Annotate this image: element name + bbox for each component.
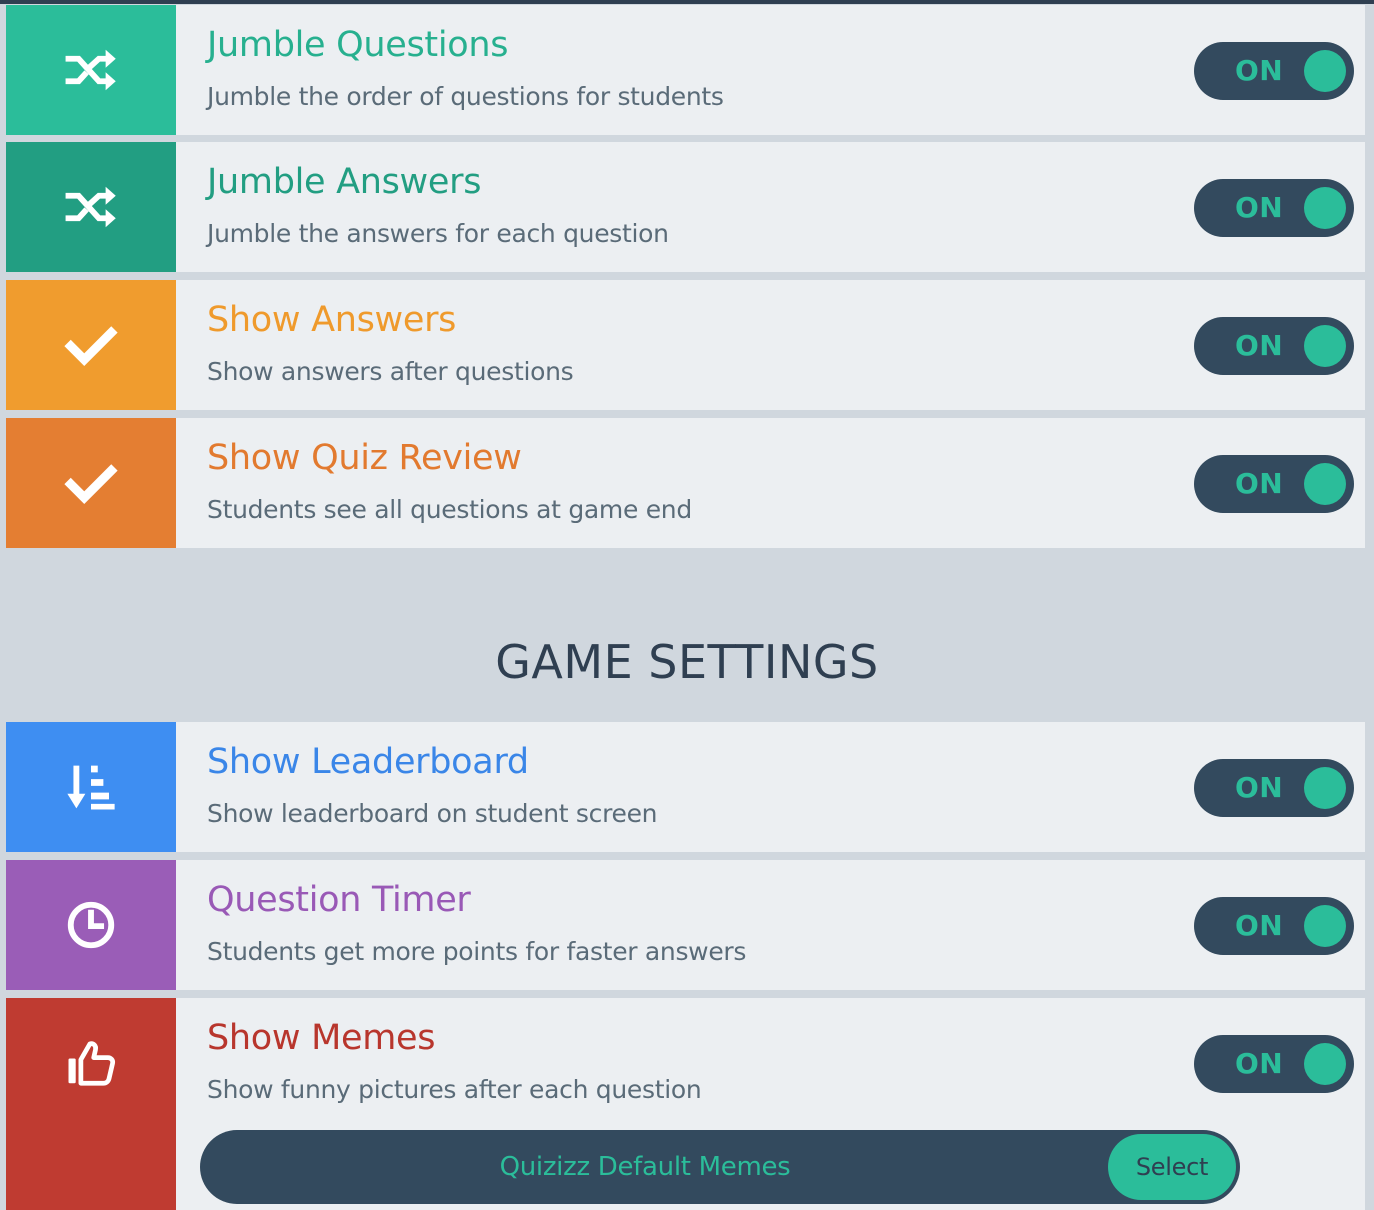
toggle-label: ON [1235, 191, 1284, 224]
toggle-knob [1304, 187, 1346, 229]
setting-title: Show Memes [207, 1018, 436, 1058]
setting-description: Show leaderboard on student screen [207, 799, 658, 828]
jumble-answers-toggle[interactable]: ON [1194, 179, 1354, 237]
shuffle-icon [65, 186, 116, 228]
toggle-knob [1304, 1043, 1346, 1085]
meme-set-label: Quizizz Default Memes [499, 1152, 791, 1182]
toggle-knob [1304, 767, 1346, 809]
leaderboard-sort-icon [67, 765, 115, 810]
setting-icon-block [6, 998, 176, 1210]
setting-row-jumble-questions: Jumble Questions Jumble the order of que… [6, 5, 1365, 135]
setting-title: Show Quiz Review [207, 438, 522, 478]
toggle-label: ON [1235, 909, 1284, 942]
setting-description: Jumble the order of questions for studen… [207, 82, 724, 111]
setting-title: Show Leaderboard [207, 742, 529, 782]
toggle-label: ON [1235, 467, 1284, 500]
show-leaderboard-toggle[interactable]: ON [1194, 759, 1354, 817]
setting-icon-block [6, 418, 176, 548]
checkmark-icon [64, 464, 118, 504]
setting-row-jumble-answers: Jumble Answers Jumble the answers for ea… [6, 142, 1365, 272]
top-border [0, 0, 1374, 4]
setting-description: Students see all questions at game end [207, 495, 692, 524]
setting-icon-block [6, 280, 176, 410]
setting-icon-block [6, 5, 176, 135]
setting-row-show-leaderboard: Show Leaderboard Show leaderboard on stu… [6, 722, 1365, 852]
setting-title: Question Timer [207, 880, 471, 920]
clock-icon [67, 901, 115, 949]
toggle-knob [1304, 905, 1346, 947]
setting-description: Show funny pictures after each question [207, 1075, 702, 1104]
toggle-label: ON [1235, 1047, 1284, 1080]
checkmark-icon [64, 326, 118, 366]
setting-title: Jumble Answers [207, 162, 482, 202]
setting-description: Students get more points for faster answ… [207, 937, 747, 966]
show-quiz-review-toggle[interactable]: ON [1194, 455, 1354, 513]
toggle-knob [1304, 463, 1346, 505]
setting-description: Show answers after questions [207, 357, 574, 386]
setting-icon-block [6, 860, 176, 990]
question-timer-toggle[interactable]: ON [1194, 897, 1354, 955]
shuffle-icon [65, 49, 116, 91]
setting-description: Jumble the answers for each question [207, 219, 669, 248]
setting-row-show-memes: Show Memes Show funny pictures after eac… [6, 998, 1365, 1210]
jumble-questions-toggle[interactable]: ON [1194, 42, 1354, 100]
setting-row-show-quiz-review: Show Quiz Review Students see all questi… [6, 418, 1365, 548]
toggle-label: ON [1235, 54, 1284, 87]
setting-row-question-timer: Question Timer Students get more points … [6, 860, 1365, 990]
setting-icon-block [6, 722, 176, 852]
game-settings-heading: GAME SETTINGS [495, 635, 879, 689]
toggle-knob [1304, 50, 1346, 92]
meme-set-selector[interactable]: Quizizz Default Memes Select [200, 1130, 1240, 1204]
setting-icon-block [6, 142, 176, 272]
show-memes-toggle[interactable]: ON [1194, 1035, 1354, 1093]
toggle-knob [1304, 325, 1346, 367]
toggle-label: ON [1235, 771, 1284, 804]
thumbs-up-icon [68, 1041, 116, 1086]
meme-select-button[interactable]: Select [1108, 1134, 1236, 1200]
setting-title: Show Answers [207, 300, 457, 340]
show-answers-toggle[interactable]: ON [1194, 317, 1354, 375]
setting-title: Jumble Questions [207, 25, 509, 65]
toggle-label: ON [1235, 329, 1284, 362]
setting-row-show-answers: Show Answers Show answers after question… [6, 280, 1365, 410]
